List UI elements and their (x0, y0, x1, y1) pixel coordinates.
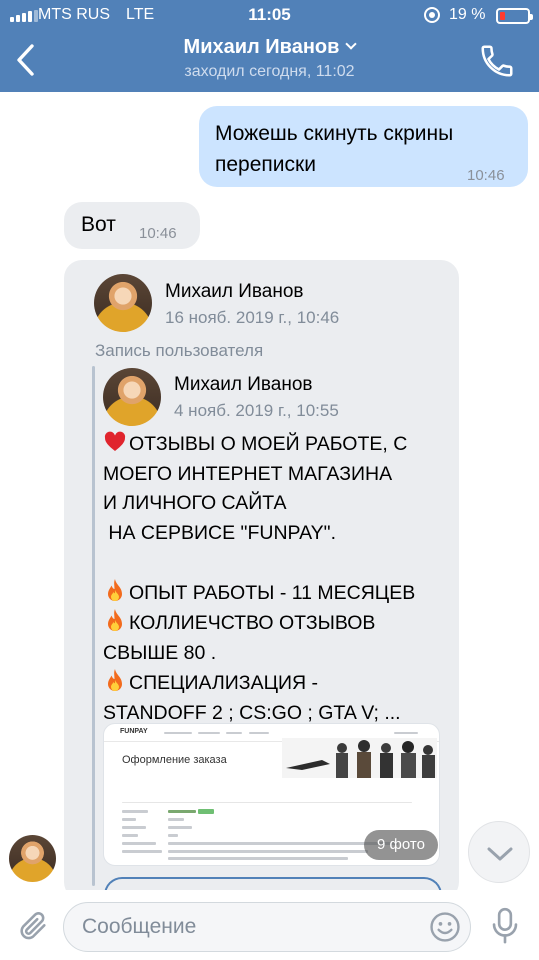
attach-button[interactable] (16, 909, 50, 943)
chat-header[interactable]: Михаил Иванов заходил сегодня, 11:02 (0, 36, 539, 81)
chat-title: Михаил Иванов (183, 36, 340, 58)
post-text-line: КОЛЛИЕЧСТВО ОТЗЫВОВ (103, 608, 453, 639)
original-post-date: 4 нояб. 2019 г., 10:55 (174, 401, 339, 420)
message-time: 10:46 (139, 225, 177, 242)
post-text-content: НА СЕРВИСЕ "FUNPAY". (103, 521, 337, 544)
last-seen: заходил сегодня, 11:02 (184, 63, 355, 80)
post-text-content: ОТЗЫВЫ О МОЕЙ РАБОТЕ, С (129, 433, 408, 455)
post-text-content: КОЛЛИЕЧСТВО ОТЗЫВОВ (129, 612, 376, 634)
fire-icon (108, 669, 122, 691)
post-text-line: ОПЫТ РАБОТЫ - 11 МЕСЯЦЕВ (103, 578, 453, 609)
post-text-line: НА СЕРВИСЕ "FUNPAY". (103, 519, 453, 549)
chevron-down-icon (345, 38, 358, 50)
post-text-content: И ЛИЧНОГО САЙТА (103, 492, 287, 514)
battery-percent: 19 % (449, 6, 486, 23)
signal-icon (10, 10, 38, 22)
smile-icon (430, 912, 460, 942)
photo-heading: Оформление заказа (122, 754, 227, 766)
repost-author-name[interactable]: Михаил Иванов (165, 281, 304, 303)
post-text-content: СВЫШЕ 80 . (103, 641, 217, 664)
outgoing-message[interactable]: Можешь скинуть скрины переписки 10:46 (199, 106, 528, 187)
battery-icon (496, 8, 533, 24)
fire-icon (108, 609, 122, 631)
post-text-line: И ЛИЧНОГО САЙТА (103, 489, 453, 519)
carrier-name: MTS RUS (38, 6, 110, 23)
message-input[interactable] (82, 903, 422, 951)
post-text-line: СПЕЦИАЛИЗАЦИЯ - (103, 668, 453, 699)
repost-date: 16 нояб. 2019 г., 10:46 (165, 308, 340, 327)
message-text-line: Можешь скинуть скрины (215, 122, 454, 145)
post-text-line (103, 548, 453, 578)
original-author-name[interactable]: Михаил Иванов (174, 374, 313, 396)
post-text-content: ОПЫТ РАБОТЫ - 11 МЕСЯЦЕВ (129, 581, 416, 604)
scroll-down-button[interactable] (468, 821, 530, 883)
call-button[interactable] (478, 42, 516, 80)
photo-brand: FUNPAY (120, 728, 148, 735)
repost-divider (92, 366, 95, 886)
post-text: ОТЗЫВЫ О МОЕЙ РАБОТЕ, С МОЕГО ИНТЕРНЕТ МА… (103, 430, 453, 728)
fire-icon (108, 578, 122, 601)
message-composer (0, 890, 539, 960)
phone-icon (481, 45, 513, 77)
original-author-avatar[interactable] (103, 368, 161, 426)
sender-avatar[interactable] (9, 835, 56, 882)
message-time: 10:46 (467, 167, 505, 184)
chevron-down-icon (487, 847, 513, 861)
voice-message-button[interactable] (490, 907, 520, 945)
author-avatar[interactable] (94, 274, 152, 332)
status-bar: MTS RUS LTE 11:05 19 % (0, 0, 539, 30)
heart-icon (104, 431, 126, 451)
orientation-lock-icon (424, 7, 440, 23)
microphone-icon (492, 907, 518, 944)
post-text-content: СПЕЦИАЛИЗАЦИЯ - (129, 672, 319, 694)
post-text-content: STANDOFF 2 ; CS:GO ; GTA V; ... (103, 701, 401, 724)
photo-count-badge[interactable]: 9 фото (364, 830, 438, 860)
repost-label: Запись пользователя (95, 341, 264, 360)
top-bar: MTS RUS LTE 11:05 19 % Михаил Иванов зах… (0, 0, 539, 92)
incoming-message[interactable]: Вот 10:46 (64, 202, 200, 249)
network-type: LTE (126, 6, 155, 23)
message-text: Вот (81, 213, 116, 236)
post-text-line: МОЕГО ИНТЕРНЕТ МАГАЗИНА (103, 460, 453, 490)
battery-level (500, 12, 505, 20)
post-text-line: СВЫШЕ 80 . (103, 639, 453, 669)
post-text-content: МОЕГО ИНТЕРНЕТ МАГАЗИНА (103, 462, 393, 485)
game-characters-image (282, 738, 437, 778)
paperclip-icon (20, 912, 46, 940)
post-text-line: ОТЗЫВЫ О МОЕЙ РАБОТЕ, С (103, 430, 453, 460)
emoji-button[interactable] (428, 910, 462, 944)
message-input-box[interactable] (63, 902, 471, 952)
